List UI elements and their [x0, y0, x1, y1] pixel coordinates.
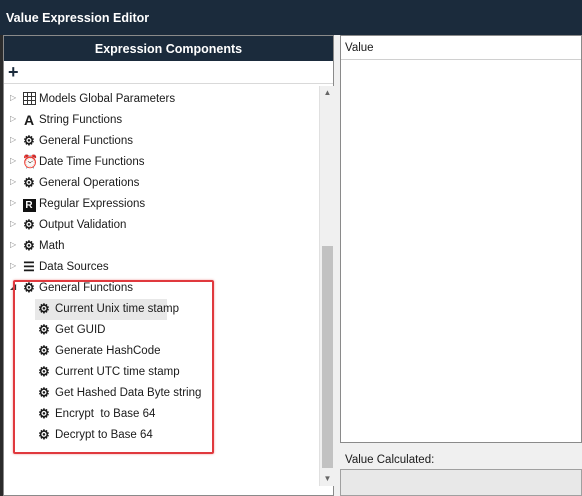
grid-icon: [22, 92, 36, 106]
tree-scrollbar[interactable]: ▲ ▼: [319, 86, 334, 486]
scroll-down-icon[interactable]: ▼: [320, 472, 335, 486]
tree-item-label: Regular Expressions: [39, 198, 146, 210]
database-icon: ☰: [23, 259, 35, 274]
add-button[interactable]: +: [8, 63, 19, 81]
scrollbar-thumb[interactable]: [322, 246, 333, 468]
value-calculated-label: Value Calculated:: [340, 449, 582, 469]
font-a-icon: A: [23, 112, 35, 128]
expand-arrow-icon[interactable]: ▷: [10, 135, 16, 144]
gear-icon: ⚙: [23, 238, 35, 253]
expand-arrow-icon[interactable]: ▷: [10, 240, 16, 249]
tree-item-data-sources[interactable]: ▷ ☰ Data Sources: [4, 257, 320, 278]
tree-item-models-global-parameters[interactable]: ▷ Models Global Parameters: [4, 89, 320, 110]
tree-item-label: General Operations: [39, 177, 140, 189]
tree-item-date-time-functions[interactable]: ▷ ⏰ Date Time Functions: [4, 152, 320, 173]
tree-item-label: Output Validation: [39, 219, 127, 231]
tree-item-label: Models Global Parameters: [39, 93, 176, 105]
tree-item-general-operations[interactable]: ▷ ⚙ General Operations: [4, 173, 320, 194]
tree-item-label: General Functions: [39, 135, 133, 147]
tree-item-general-functions[interactable]: ▷ ⚙ General Functions: [4, 131, 320, 152]
panel-header: Expression Components: [4, 36, 333, 61]
scroll-up-icon[interactable]: ▲: [320, 86, 335, 100]
tree-item-label: String Functions: [39, 114, 123, 126]
alarm-clock-icon: ⏰: [22, 154, 39, 169]
expand-arrow-icon[interactable]: ▷: [10, 261, 16, 270]
highlight-annotation-box: [13, 280, 214, 454]
tree-item-label: Math: [39, 240, 65, 252]
expand-arrow-icon[interactable]: ▷: [10, 177, 16, 186]
gear-icon: ⚙: [23, 217, 35, 232]
expand-arrow-icon[interactable]: ▷: [10, 114, 16, 123]
value-calculated-field: [340, 469, 582, 496]
tree-item-label: Data Sources: [39, 261, 109, 273]
gear-icon: ⚙: [23, 175, 35, 190]
value-column-header: Value: [341, 36, 581, 60]
tree-item-string-functions[interactable]: ▷ A String Functions: [4, 110, 320, 131]
tree-item-math[interactable]: ▷ ⚙ Math: [4, 236, 320, 257]
value-panel[interactable]: Value: [340, 35, 582, 443]
expand-arrow-icon[interactable]: ▷: [10, 93, 16, 102]
tree-item-output-validation[interactable]: ▷ ⚙ Output Validation: [4, 215, 320, 236]
expand-arrow-icon[interactable]: ▷: [10, 156, 16, 165]
expand-arrow-icon[interactable]: ▷: [10, 219, 16, 228]
window-title: Value Expression Editor: [0, 0, 582, 35]
r-icon: R: [22, 197, 36, 212]
expand-arrow-icon[interactable]: ▷: [10, 198, 16, 207]
tree-item-regular-expressions[interactable]: ▷ R Regular Expressions: [4, 194, 320, 215]
components-toolbar: +: [4, 61, 333, 84]
tree-item-label: Date Time Functions: [39, 156, 145, 168]
gear-icon: ⚙: [23, 133, 35, 148]
